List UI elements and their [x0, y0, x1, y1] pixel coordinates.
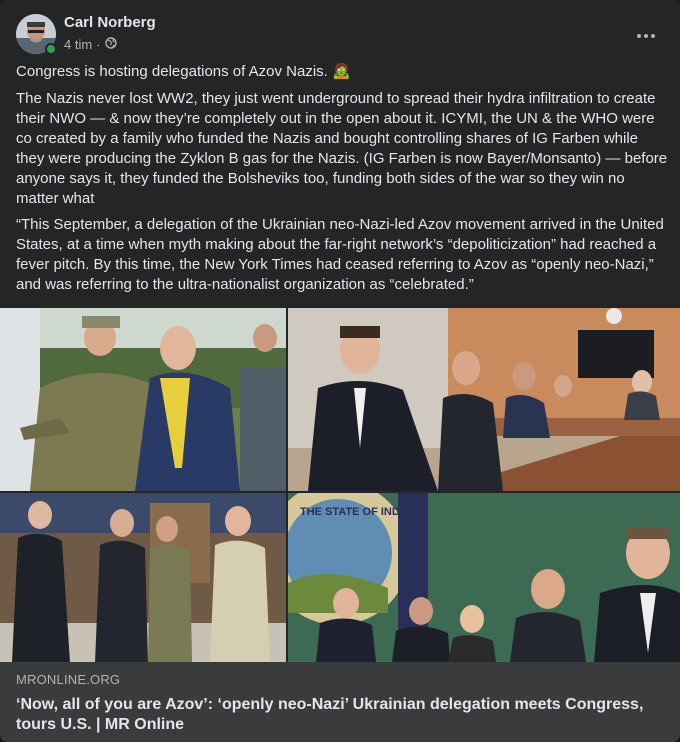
post-meta: 4 tim · — [64, 37, 117, 52]
more-dot-icon — [637, 34, 641, 38]
post-text-quote: “This September, a delegation of the Ukr… — [16, 216, 664, 293]
author-name[interactable]: Carl Norberg — [64, 14, 156, 31]
photo-indiana-delegation[interactable]: THE STATE OF INDIANA — [288, 493, 680, 662]
more-options-button[interactable] — [628, 18, 664, 54]
post-text-paragraph: The Nazis never lost WW2, they just went… — [16, 90, 668, 207]
post-time[interactable]: 4 tim — [64, 37, 92, 52]
link-domain: MRONLINE.ORG — [16, 672, 121, 687]
post-header: Carl Norberg 4 tim · — [16, 14, 664, 58]
meta-separator: · — [96, 37, 101, 52]
link-title[interactable]: ‘Now, all of you are Azov’: ‘openly neo-… — [16, 695, 664, 735]
post-text-line1: Congress is hosting delegations of Azov … — [16, 63, 351, 80]
link-preview[interactable]: MRONLINE.ORG ‘Now, all of you are Azov’:… — [0, 662, 680, 742]
photo-grid[interactable]: THE STATE OF INDIANA — [0, 308, 680, 662]
photo-soldier-and-veteran[interactable] — [0, 308, 286, 491]
post-card: Carl Norberg 4 tim · Congress is hosting… — [0, 0, 680, 742]
online-status-dot — [45, 43, 57, 55]
seal-text: THE STATE OF INDIANA — [300, 506, 427, 518]
more-dot-icon — [644, 34, 648, 38]
photo-meeting-room[interactable] — [288, 308, 680, 491]
photo-group-in-hall[interactable] — [0, 493, 286, 662]
more-dot-icon — [651, 34, 655, 38]
globe-icon — [104, 37, 117, 52]
